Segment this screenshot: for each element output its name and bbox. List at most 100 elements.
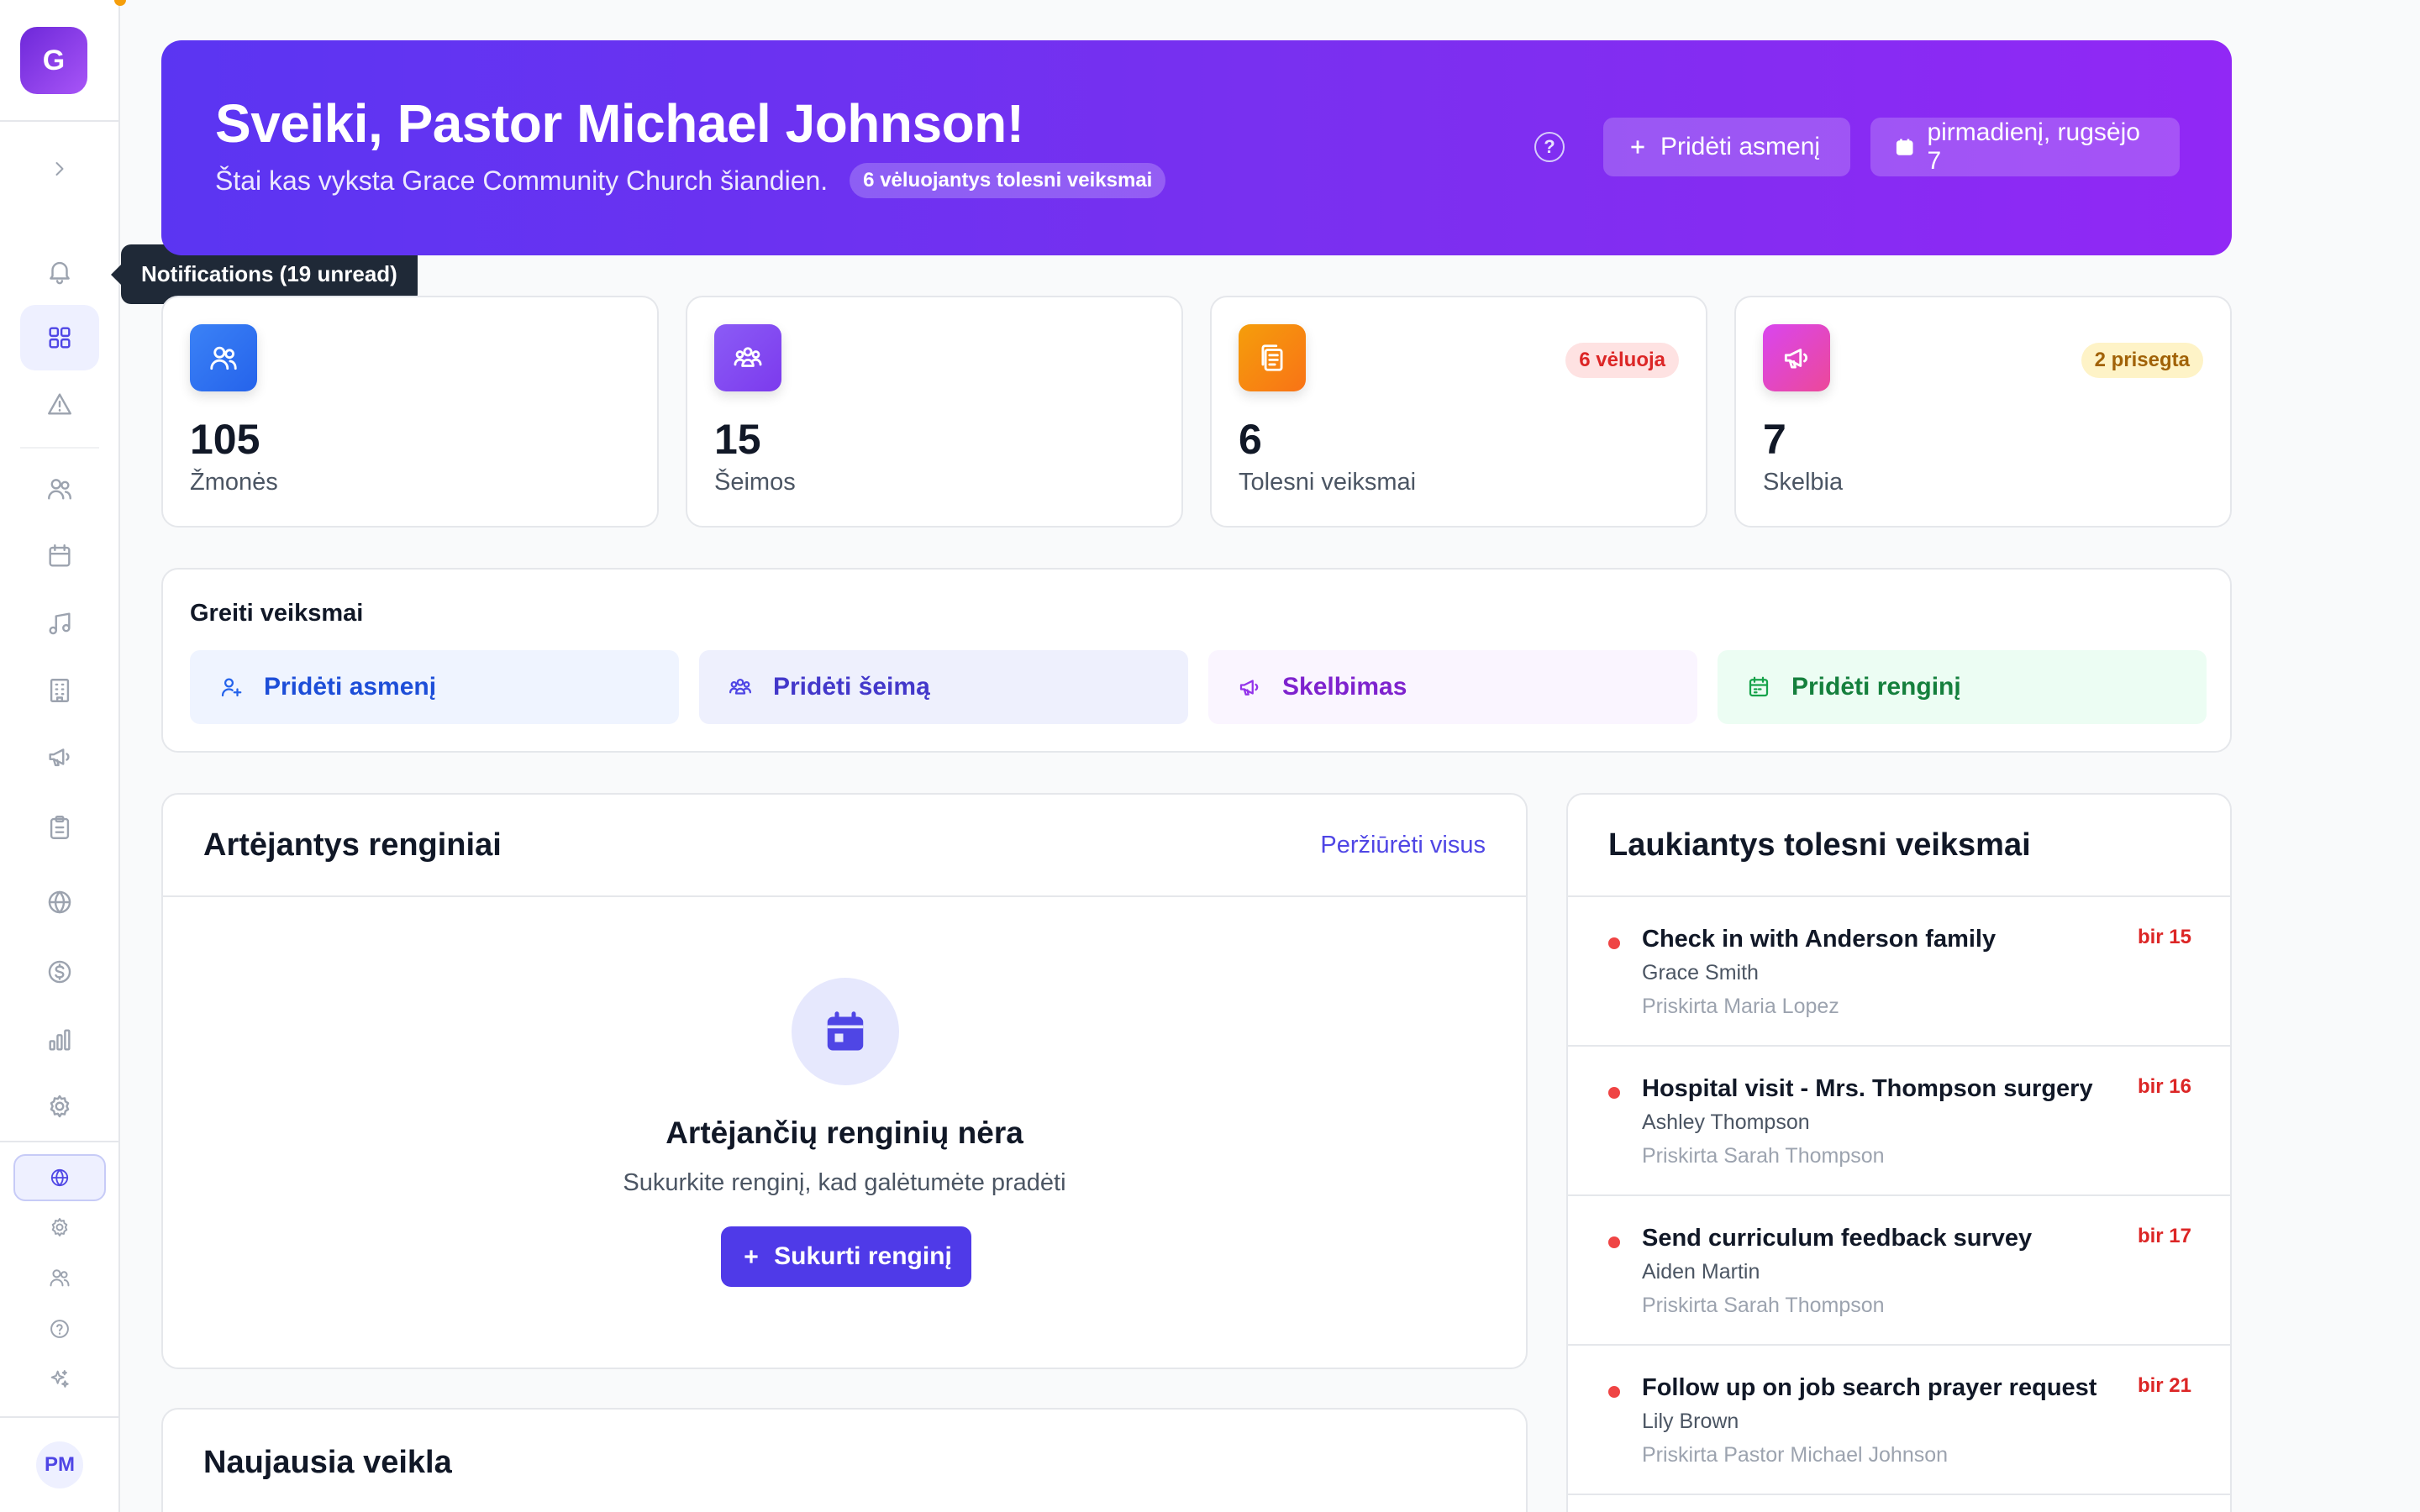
add-person-button[interactable]: Pridėti asmenį bbox=[1603, 118, 1850, 176]
followups-title: Laukiantys tolesni veiksmai bbox=[1608, 827, 2031, 863]
megaphone-icon[interactable] bbox=[20, 724, 99, 790]
overdue-dot bbox=[1608, 1236, 1620, 1248]
stat-label: Žmonės bbox=[190, 469, 278, 496]
stat-label: Šeimos bbox=[714, 469, 796, 496]
sidebar-divider bbox=[20, 447, 99, 449]
user-plus-icon bbox=[221, 678, 242, 697]
followup-person: Aiden Martin bbox=[1642, 1260, 1760, 1284]
view-all-link[interactable]: Peržiūrėti visus bbox=[1320, 832, 1486, 859]
globe-icon[interactable] bbox=[20, 869, 99, 935]
stat-card-people[interactable]: 105 Žmonės bbox=[161, 296, 659, 528]
users-icon bbox=[190, 324, 257, 391]
bell-icon[interactable] bbox=[20, 239, 99, 304]
quick-action-label: Pridėti renginį bbox=[1791, 673, 1961, 701]
stat-card-followups[interactable]: 6 vėluoja 6 Tolesni veiksmai bbox=[1210, 296, 1707, 528]
quick-action-label: Skelbimas bbox=[1282, 673, 1407, 701]
alert-triangle-icon[interactable] bbox=[20, 371, 99, 437]
expand-chevron-icon[interactable] bbox=[20, 136, 99, 202]
quick-add-family-button[interactable]: Pridėti šeimą bbox=[699, 650, 1188, 724]
followup-assignee: Priskirta Sarah Thompson bbox=[1642, 1294, 1885, 1317]
quick-action-label: Pridėti šeimą bbox=[773, 673, 930, 701]
followup-item[interactable]: Follow up on job search prayer request L… bbox=[1568, 1346, 2230, 1495]
welcome-subtitle: Štai kas vyksta Grace Community Church š… bbox=[215, 165, 829, 196]
overdue-badge: 6 vėluoja bbox=[1565, 343, 1679, 378]
building-icon[interactable] bbox=[20, 658, 99, 723]
quick-action-label: Pridėti asmenį bbox=[264, 673, 437, 701]
welcome-banner: Sveiki, Pastor Michael Johnson! Štai kas… bbox=[161, 40, 2232, 255]
sidebar-divider bbox=[0, 1416, 120, 1418]
plus-icon bbox=[744, 1250, 758, 1263]
followup-assignee: Priskirta Pastor Michael Johnson bbox=[1642, 1443, 1949, 1467]
followup-person: Lily Brown bbox=[1642, 1410, 1739, 1433]
followup-assignee: Priskirta Sarah Thompson bbox=[1642, 1144, 1885, 1168]
user-avatar[interactable]: PM bbox=[36, 1441, 83, 1488]
calendar-icon bbox=[792, 978, 899, 1085]
followup-assignee: Priskirta Maria Lopez bbox=[1642, 995, 1839, 1018]
settings-icon[interactable] bbox=[20, 1074, 99, 1139]
calendar-icon[interactable] bbox=[20, 523, 99, 589]
date-button[interactable]: pirmadienį, rugsėjo 7 bbox=[1870, 118, 2180, 176]
app-logo[interactable]: G bbox=[20, 27, 87, 94]
add-person-label: Pridėti asmenį bbox=[1660, 133, 1821, 160]
sidebar-divider bbox=[0, 1141, 120, 1142]
overdue-dot bbox=[1608, 1087, 1620, 1099]
megaphone-icon bbox=[1239, 680, 1259, 696]
tooltip-text: Notifications (19 unread) bbox=[141, 261, 397, 286]
upcoming-events-panel: Artėjantys renginiai Peržiūrėti visus Ar… bbox=[161, 793, 1528, 1369]
stat-value: 6 bbox=[1239, 416, 1262, 463]
empty-state-title: Artėjančių renginių nėra bbox=[666, 1116, 1023, 1150]
plus-icon bbox=[1631, 140, 1644, 154]
pending-followups-panel: Laukiantys tolesni veiksmai Check in wit… bbox=[1566, 793, 2232, 1512]
bar-chart-icon[interactable] bbox=[20, 1007, 99, 1073]
welcome-subtitle-row: Štai kas vyksta Grace Community Church š… bbox=[215, 163, 1166, 198]
events-title: Artėjantys renginiai bbox=[203, 827, 502, 863]
family-icon bbox=[714, 324, 781, 391]
sparkles-icon[interactable] bbox=[20, 1347, 99, 1412]
quick-add-event-button[interactable]: Pridėti renginį bbox=[1718, 650, 2207, 724]
clipboard-icon bbox=[1239, 324, 1306, 391]
help-symbol: ? bbox=[1544, 136, 1555, 157]
stat-value: 7 bbox=[1763, 416, 1786, 463]
quick-announcement-button[interactable]: Skelbimas bbox=[1208, 650, 1697, 724]
followup-person: Grace Smith bbox=[1642, 961, 1759, 984]
dashboard-grid-icon[interactable] bbox=[20, 305, 99, 370]
followup-item[interactable]: Send curriculum feedback survey Aiden Ma… bbox=[1568, 1196, 2230, 1346]
followup-title: Follow up on job search prayer request bbox=[1642, 1374, 2097, 1401]
quick-actions-panel: Greiti veiksmai Pridėti asmenį Pridėti š… bbox=[161, 568, 2232, 753]
family-icon bbox=[729, 679, 751, 695]
stat-value: 15 bbox=[714, 416, 761, 463]
sidebar-divider bbox=[0, 120, 120, 122]
recent-activity-panel: Naujausia veikla bbox=[161, 1408, 1528, 1512]
sidebar: G PM bbox=[0, 0, 120, 1512]
calendar-icon bbox=[1896, 139, 1913, 155]
music-icon[interactable] bbox=[20, 591, 99, 656]
help-circle-icon[interactable]: ? bbox=[1534, 132, 1565, 162]
logo-letter: G bbox=[42, 44, 66, 76]
stat-card-announcements[interactable]: 2 prisegta 7 Skelbia bbox=[1734, 296, 2232, 528]
users-icon[interactable] bbox=[20, 456, 99, 522]
calendar-icon bbox=[1749, 676, 1769, 697]
followup-date: bir 15 bbox=[2137, 926, 2191, 948]
clipboard-icon[interactable] bbox=[20, 795, 99, 860]
stat-card-families[interactable]: 15 Šeimos bbox=[686, 296, 1183, 528]
panel-header: Laukiantys tolesni veiksmai bbox=[1568, 795, 2230, 897]
followup-title: Send curriculum feedback survey bbox=[1642, 1225, 2033, 1252]
quick-add-person-button[interactable]: Pridėti asmenį bbox=[190, 650, 679, 724]
followup-person: Ashley Thompson bbox=[1642, 1110, 1810, 1134]
create-event-button[interactable]: Sukurti renginį bbox=[721, 1226, 971, 1287]
dollar-icon[interactable] bbox=[20, 939, 99, 1005]
pinned-badge: 2 prisegta bbox=[2081, 343, 2203, 378]
overdue-pill[interactable]: 6 vėluojantys tolesni veiksmai bbox=[850, 163, 1166, 198]
stat-label: Skelbia bbox=[1763, 469, 1844, 496]
followup-item[interactable]: Hospital visit - Mrs. Thompson surgery A… bbox=[1568, 1047, 2230, 1196]
welcome-title: Sveiki, Pastor Michael Johnson! bbox=[215, 93, 1024, 154]
followup-date: bir 17 bbox=[2137, 1225, 2191, 1247]
date-label: pirmadienį, rugsėjo 7 bbox=[1927, 118, 2140, 175]
followup-date: bir 16 bbox=[2137, 1075, 2191, 1098]
megaphone-icon bbox=[1763, 324, 1830, 391]
followup-title: Hospital visit - Mrs. Thompson surgery bbox=[1642, 1075, 2093, 1102]
followup-date: bir 21 bbox=[2137, 1374, 2191, 1397]
followup-item[interactable]: Check in with Anderson family Grace Smit… bbox=[1568, 897, 2230, 1047]
stat-value: 105 bbox=[190, 416, 260, 463]
followup-title: Check in with Anderson family bbox=[1642, 926, 1996, 953]
